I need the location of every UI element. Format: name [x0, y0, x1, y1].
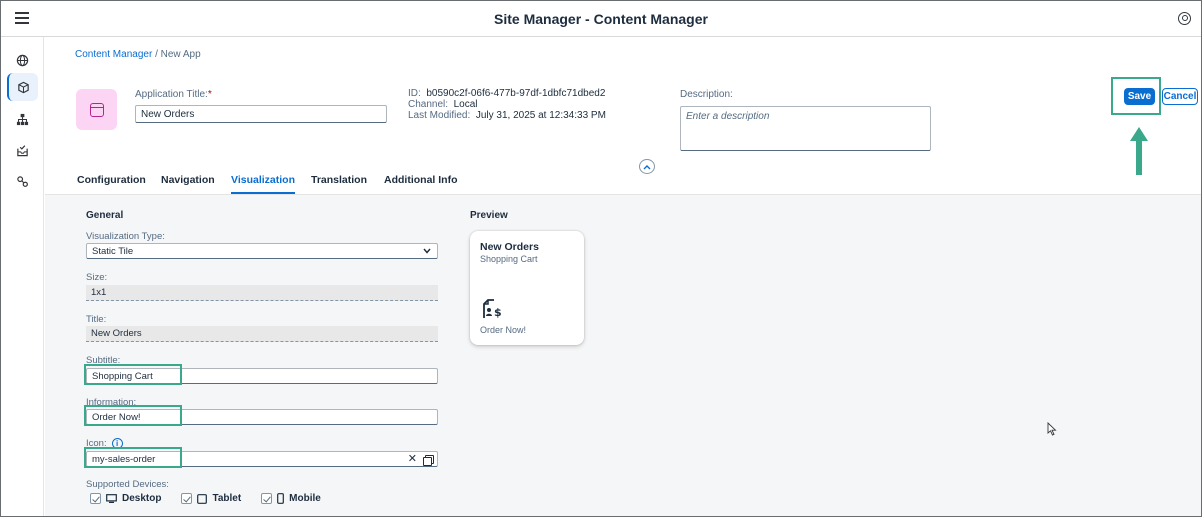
cancel-button[interactable]: Cancel: [1162, 88, 1198, 105]
nav-hierarchy[interactable]: [7, 105, 38, 133]
device-tablet[interactable]: Tablet: [181, 493, 241, 504]
required-marker: *: [207, 89, 212, 100]
copy-icon[interactable]: [423, 454, 434, 466]
app-window: Site Manager - Content Manager Content M…: [0, 0, 1202, 517]
tile-info: Order Now!: [480, 325, 527, 335]
tab-additional-info[interactable]: Additional Info: [384, 174, 458, 186]
modified-value: July 31, 2025 at 12:34:33 PM: [475, 110, 606, 121]
breadcrumb-current: New App: [160, 49, 201, 60]
title-field: New Orders: [86, 326, 438, 342]
app-icon[interactable]: [76, 89, 117, 130]
tab-navigation[interactable]: Navigation: [161, 174, 215, 186]
device-desktop[interactable]: Desktop: [90, 493, 161, 504]
tile-subtitle: Shopping Cart: [480, 254, 538, 264]
settings-icon: [17, 175, 28, 187]
id-label: ID:: [408, 88, 421, 99]
mobile-label: Mobile: [289, 493, 321, 504]
preview-tile[interactable]: New Orders Shopping Cart $ Order Now!: [470, 231, 584, 345]
id-value: b0590c2f-06f6-477b-97df-1dbfc71dbed2: [426, 88, 606, 99]
sales-order-icon: $: [483, 299, 502, 319]
tablet-checkbox[interactable]: [181, 493, 193, 504]
shell-bar: Site Manager - Content Manager: [1, 1, 1201, 37]
channel-value: Local: [453, 99, 478, 110]
tab-bar: Configuration Navigation Visualization T…: [45, 167, 1201, 195]
mobile-checkbox[interactable]: [261, 493, 273, 504]
channel-label: Channel:: [408, 99, 449, 110]
icon-highlight-box: [84, 447, 182, 468]
devices-label: Supported Devices:: [86, 479, 169, 490]
nav-settings[interactable]: [7, 167, 38, 195]
tab-translation[interactable]: Translation: [311, 174, 367, 186]
mobile-icon: [277, 493, 285, 504]
breadcrumb-link-content-manager[interactable]: Content Manager: [75, 49, 152, 60]
chevron-down-icon: [423, 248, 431, 254]
app-title-label-text: Application Title:: [135, 89, 208, 100]
inbox-check-icon: [17, 144, 28, 156]
desktop-label: Desktop: [122, 493, 162, 504]
breadcrumb: Content Manager / New App: [75, 49, 201, 60]
app-title-label: Application Title:*: [135, 89, 212, 100]
nav-content-manager[interactable]: [7, 73, 38, 101]
shell-title: Site Manager - Content Manager: [494, 11, 708, 27]
nav-sites[interactable]: [7, 46, 38, 74]
size-field: 1x1: [86, 285, 438, 301]
information-highlight-box: [84, 405, 182, 426]
svg-text:$: $: [494, 306, 502, 319]
title-label: Title:: [86, 314, 107, 325]
viz-type-value: Static Tile: [92, 246, 134, 257]
user-profile-icon[interactable]: [1178, 12, 1191, 25]
breadcrumb-separator: /: [155, 49, 158, 60]
app-window-icon: [89, 102, 104, 117]
clear-icon[interactable]: ✕: [408, 454, 417, 465]
desktop-icon: [106, 494, 117, 503]
modified-label: Last Modified:: [408, 110, 471, 121]
tile-title: New Orders: [480, 241, 539, 253]
mouse-cursor-icon: [1047, 422, 1057, 436]
subtitle-highlight-box: [84, 364, 182, 385]
tab-configuration[interactable]: Configuration: [77, 174, 146, 186]
nav-approvals[interactable]: [7, 136, 38, 164]
visualization-panel: General Visualization Type: Static Tile …: [45, 195, 1201, 516]
viz-type-label: Visualization Type:: [86, 231, 165, 242]
viz-type-select[interactable]: Static Tile: [86, 243, 438, 259]
cube-icon: [18, 81, 29, 93]
size-label: Size:: [86, 272, 108, 283]
app-title-input[interactable]: New Orders: [135, 105, 387, 123]
general-section-title: General: [86, 210, 124, 221]
side-navigation: [1, 37, 44, 516]
hierarchy-icon: [16, 113, 29, 125]
devices-group: Desktop Tablet Mobile: [90, 493, 321, 504]
tablet-icon: [197, 493, 208, 504]
device-mobile[interactable]: Mobile: [261, 493, 321, 504]
description-textarea[interactable]: Enter a description: [680, 106, 931, 151]
desktop-checkbox[interactable]: [90, 493, 101, 504]
description-label: Description:: [680, 89, 733, 100]
save-button[interactable]: Save: [1124, 88, 1155, 105]
tablet-label: Tablet: [212, 493, 242, 504]
preview-section-title: Preview: [470, 210, 508, 221]
globe-icon: [16, 54, 29, 66]
tab-visualization[interactable]: Visualization: [231, 174, 295, 194]
app-metadata: ID: b0590c2f-06f6-477b-97df-1dbfc71dbed2…: [408, 88, 606, 121]
